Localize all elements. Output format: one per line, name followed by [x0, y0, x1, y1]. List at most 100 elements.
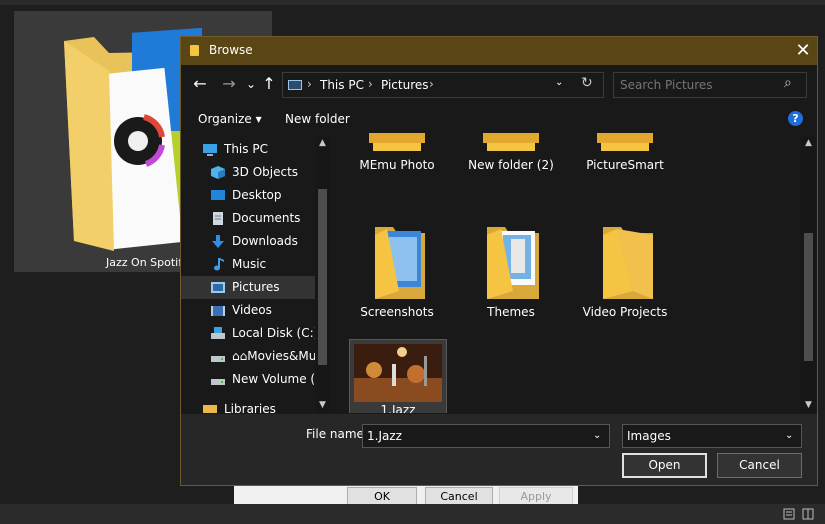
drive-icon	[211, 356, 225, 362]
address-dropdown-icon[interactable]: ⌄	[555, 77, 563, 88]
breadcrumb-pictures[interactable]: Pictures	[381, 78, 429, 92]
file-name-value[interactable]: 1.Jazz	[367, 429, 402, 443]
sidebar-item-this-pc[interactable]: This PC	[181, 138, 315, 161]
scroll-up-arrow-icon[interactable]: ▲	[801, 138, 816, 148]
view-toggle-icon[interactable]	[783, 508, 823, 520]
sidebar-item-label: Libraries	[224, 402, 276, 413]
folder-item-new-folder-2[interactable]: New folder (2)	[455, 133, 567, 173]
sidebar-item-videos[interactable]: Videos	[181, 299, 315, 322]
folder-preview-icon	[487, 227, 539, 299]
drive-icon	[211, 379, 225, 385]
item-label: New folder (2)	[468, 158, 554, 172]
folder-icon	[190, 45, 199, 56]
back-button[interactable]: ←	[190, 73, 210, 95]
item-label: 1.Jazz	[380, 403, 416, 413]
file-type-value[interactable]: Images	[627, 429, 671, 443]
sidebar-item-libraries[interactable]: Libraries	[181, 398, 307, 413]
sidebar-item-label: Local Disk (C:)	[232, 326, 319, 340]
dialog-footer: File name: 1.Jazz ⌄ Images ⌄ Open Cancel	[181, 414, 817, 485]
sidebar-item-new-volume-f[interactable]: New Volume (F:)	[181, 368, 330, 391]
folder-item-memu-photo[interactable]: MEmu Photo	[341, 133, 453, 173]
sidebar-item-label: Desktop	[232, 188, 282, 202]
recent-locations-button[interactable]: ⌄	[241, 73, 261, 95]
drive-icon	[211, 327, 225, 339]
folder-icon	[597, 133, 653, 151]
browse-dialog: Browse ✕ ← → ⌄ ↑ › This PC › Pictures › …	[180, 36, 818, 486]
sidebar-item-desktop[interactable]: Desktop	[181, 184, 315, 207]
item-label: Themes	[487, 305, 535, 319]
scrollbar-thumb[interactable]	[804, 233, 813, 361]
chevron-down-icon[interactable]: ⌄	[593, 430, 601, 441]
sidebar-item-movies-drive[interactable]: ⌂⌂Movies&Mu	[181, 345, 317, 368]
command-bar: Organize ▾ New folder ?	[181, 107, 817, 133]
scrollbar-thumb[interactable]	[318, 189, 327, 365]
scroll-down-arrow-icon[interactable]: ▼	[801, 400, 816, 410]
folder-preview-icon	[375, 227, 425, 299]
scroll-up-arrow-icon[interactable]: ▲	[315, 138, 330, 148]
file-list: MEmu Photo New folder (2) PictureSmart S…	[333, 133, 817, 413]
folder-item-themes[interactable]: Themes	[455, 221, 567, 321]
sidebar-item-local-disk-c[interactable]: Local Disk (C:)	[181, 322, 319, 345]
help-icon[interactable]: ?	[788, 111, 803, 126]
chevron-down-icon[interactable]: ⌄	[785, 430, 793, 441]
cancel-button[interactable]: Cancel	[717, 453, 802, 478]
sidebar-item-pictures[interactable]: Pictures	[181, 276, 315, 299]
item-label: PictureSmart	[586, 158, 664, 172]
breadcrumb-separator: ›	[307, 77, 312, 91]
3d-objects-icon	[211, 166, 225, 179]
refresh-icon[interactable]: ↻	[581, 75, 593, 91]
dialog-title: Browse	[209, 43, 253, 57]
close-button[interactable]: ✕	[789, 39, 817, 63]
sidebar-item-label: Downloads	[232, 234, 298, 248]
file-list-scrollbar[interactable]: ▲ ▼	[801, 137, 816, 413]
folder-icon	[483, 133, 539, 151]
forward-button[interactable]: →	[219, 73, 239, 95]
music-icon	[214, 258, 224, 271]
background-status-bar	[0, 504, 825, 524]
sidebar-item-3d-objects[interactable]: 3D Objects	[181, 161, 315, 184]
pictures-icon	[288, 80, 302, 90]
organize-menu[interactable]: Organize ▾	[198, 112, 262, 126]
sidebar-item-documents[interactable]: Documents	[181, 207, 315, 230]
background-top-bar	[0, 0, 825, 5]
libraries-icon	[203, 405, 217, 413]
sidebar-item-label: Pictures	[232, 280, 280, 294]
computer-icon	[203, 144, 217, 156]
up-button[interactable]: ↑	[259, 73, 279, 95]
sidebar-item-music[interactable]: Music	[181, 253, 315, 276]
sidebar-item-label: 3D Objects	[232, 165, 299, 179]
documents-icon	[213, 212, 223, 225]
folder-item-picturesmart[interactable]: PictureSmart	[569, 133, 681, 173]
address-bar[interactable]: › This PC › Pictures › ⌄ ↻	[282, 72, 604, 98]
folder-item-screenshots[interactable]: Screenshots	[341, 221, 453, 321]
open-button[interactable]: Open	[622, 453, 707, 478]
image-item-1-jazz[interactable]: 1.Jazz	[349, 339, 447, 413]
item-label: Screenshots	[360, 305, 434, 319]
new-folder-button[interactable]: New folder	[285, 112, 350, 126]
navigation-scrollbar[interactable]: ▲ ▼	[315, 137, 330, 413]
scroll-down-arrow-icon[interactable]: ▼	[315, 400, 330, 410]
file-type-select[interactable]: Images ⌄	[622, 424, 802, 448]
search-box[interactable]: ⌕	[613, 72, 807, 98]
sidebar-item-label: Videos	[232, 303, 272, 317]
sidebar-item-downloads[interactable]: Downloads	[181, 230, 315, 253]
pictures-icon	[211, 282, 225, 293]
breadcrumb-separator: ›	[429, 77, 434, 91]
navigation-pane: This PC 3D Objects Desktop Documents Dow…	[181, 133, 331, 413]
sidebar-item-label: ⌂⌂Movies&Mu	[232, 349, 317, 363]
item-label: MEmu Photo	[359, 158, 435, 172]
sidebar-item-label: This PC	[224, 142, 268, 156]
breadcrumb-this-pc[interactable]: This PC	[320, 78, 364, 92]
sidebar-item-label: Music	[232, 257, 267, 271]
videos-icon	[211, 306, 225, 316]
folder-icon	[369, 133, 425, 151]
folder-item-video-projects[interactable]: Video Projects	[569, 221, 681, 321]
dialog-title-bar[interactable]: Browse ✕	[181, 37, 817, 65]
file-name-field[interactable]: 1.Jazz ⌄	[362, 424, 610, 448]
breadcrumb-separator: ›	[368, 77, 373, 91]
search-input[interactable]	[620, 77, 780, 93]
search-icon[interactable]: ⌕	[784, 75, 792, 91]
image-thumbnail	[354, 344, 442, 402]
downloads-icon	[212, 235, 224, 248]
sidebar-item-label: Documents	[232, 211, 301, 225]
